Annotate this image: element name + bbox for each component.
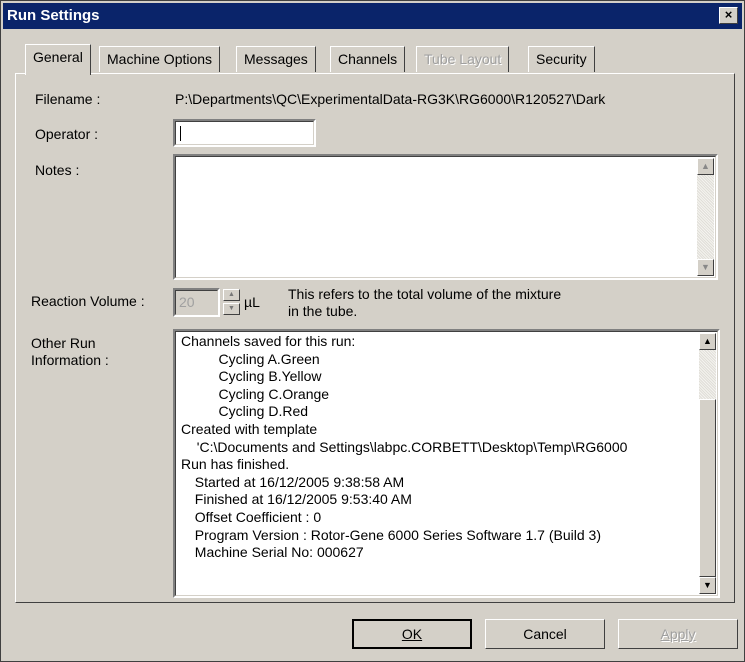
- scroll-up-icon[interactable]: ▲: [697, 158, 714, 175]
- tab-machine-options[interactable]: Machine Options: [99, 46, 221, 72]
- reaction-volume-label: Reaction Volume :: [31, 293, 145, 309]
- other-info-label-1: Other Run: [31, 335, 96, 351]
- scroll-up-icon[interactable]: ▲: [699, 333, 716, 350]
- title-bar[interactable]: Run Settings ×: [3, 3, 742, 29]
- ok-button-label: OK: [401, 626, 423, 642]
- notes-textarea[interactable]: ▲ ▼: [173, 154, 718, 280]
- spin-down-icon[interactable]: ▼: [223, 303, 240, 315]
- text-cursor: [180, 126, 181, 141]
- other-info-label-2: Information :: [31, 352, 109, 368]
- close-icon[interactable]: ×: [719, 7, 738, 24]
- tab-general[interactable]: General: [25, 44, 91, 75]
- reaction-volume-hint-2: in the tube.: [288, 303, 358, 319]
- info-line: Cycling D.Red: [203, 403, 309, 420]
- reaction-volume-input[interactable]: 20: [173, 288, 220, 317]
- info-line: Cycling B.Yellow: [203, 368, 322, 385]
- tab-tube-layout[interactable]: Tube Layout: [416, 46, 510, 72]
- spin-up-icon[interactable]: ▲: [223, 289, 240, 301]
- scroll-thumb[interactable]: [699, 399, 716, 577]
- filename-label: Filename :: [35, 91, 101, 107]
- info-line: Created with template: [181, 420, 318, 437]
- notes-scrollbar[interactable]: ▲ ▼: [697, 158, 714, 276]
- other-info-textarea[interactable]: Channels saved for this run: Cycling A.G…: [173, 329, 720, 598]
- operator-input[interactable]: [173, 119, 316, 147]
- operator-label: Operator :: [35, 126, 99, 142]
- reaction-volume-hint-1: This refers to the total volume of the m…: [288, 286, 562, 302]
- filename-value: P:\Departments\QC\ExperimentalData-RG3K\…: [175, 91, 606, 107]
- info-line: Finished at 16/12/2005 9:53:40 AM: [187, 491, 412, 508]
- info-line: Started at 16/12/2005 9:38:58 AM: [187, 473, 405, 490]
- info-scrollbar[interactable]: ▲ ▼: [699, 333, 716, 594]
- info-line: Cycling A.Green: [203, 350, 320, 367]
- ok-button[interactable]: OK: [352, 619, 472, 649]
- other-info-text: Channels saved for this run: Cycling A.G…: [181, 333, 627, 562]
- window-title: Run Settings: [7, 7, 100, 24]
- info-line: Program Version : Rotor-Gene 6000 Series…: [187, 526, 601, 543]
- info-line: Cycling C.Orange: [203, 385, 330, 402]
- info-line: Machine Serial No: 000627: [187, 544, 364, 561]
- info-line: 'C:\Documents and Settings\labpc.CORBETT…: [189, 438, 628, 455]
- apply-button[interactable]: Apply: [618, 619, 738, 649]
- tab-security[interactable]: Security: [528, 46, 595, 72]
- tab-channels[interactable]: Channels: [330, 46, 406, 72]
- info-line: Offset Coefficient : 0: [187, 508, 322, 525]
- run-settings-window: Run Settings × General Machine Options M…: [0, 0, 745, 662]
- apply-button-label: Apply: [660, 626, 696, 642]
- reaction-volume-value: 20: [179, 294, 195, 310]
- tab-messages[interactable]: Messages: [236, 46, 316, 72]
- reaction-volume-unit: µL: [244, 294, 260, 310]
- scroll-down-icon[interactable]: ▼: [697, 259, 714, 276]
- info-line: Channels saved for this run:: [181, 333, 356, 349]
- notes-label: Notes :: [35, 162, 80, 178]
- cancel-button[interactable]: Cancel: [485, 619, 605, 649]
- scroll-down-icon[interactable]: ▼: [699, 577, 716, 594]
- info-line: Run has finished.: [181, 456, 290, 473]
